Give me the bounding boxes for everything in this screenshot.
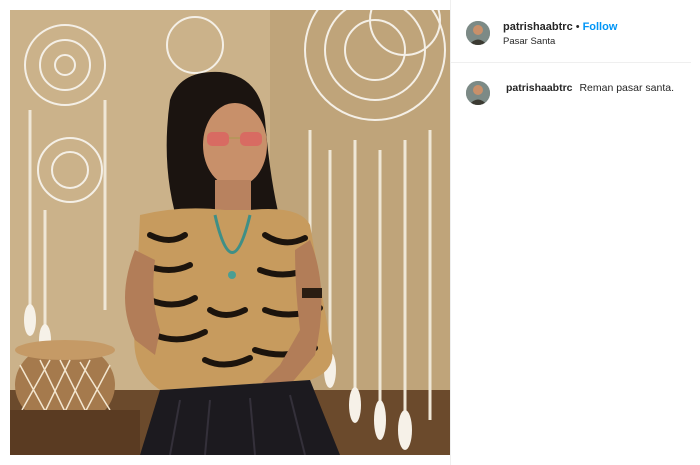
location-link[interactable]: Pasar Santa xyxy=(503,36,555,47)
post-header: patrishaabtrc • Follow Pasar Santa xyxy=(451,0,691,63)
post-sidebar: patrishaabtrc • Follow Pasar Santa patrish… xyxy=(450,0,700,465)
avatar-image xyxy=(466,21,490,45)
follow-button[interactable]: Follow xyxy=(583,21,618,33)
post-photo-image xyxy=(10,10,450,455)
user-line: patrishaabtrc • Follow xyxy=(503,21,617,34)
separator-dot: • xyxy=(575,21,580,33)
instagram-post: patrishaabtrc • Follow Pasar Santa patrish… xyxy=(0,0,700,465)
username-link[interactable]: patrishaabtrc xyxy=(503,21,573,33)
comment-username-link[interactable]: patrishaabtrc xyxy=(506,82,573,94)
user-avatar[interactable] xyxy=(466,21,490,45)
post-photo[interactable] xyxy=(10,10,450,455)
comment-text: patrishaabtrc Reman pasar santa. xyxy=(506,82,674,94)
comment-avatar[interactable] xyxy=(466,81,490,105)
comment-body: Reman pasar santa. xyxy=(579,82,675,94)
avatar-image xyxy=(466,81,490,105)
